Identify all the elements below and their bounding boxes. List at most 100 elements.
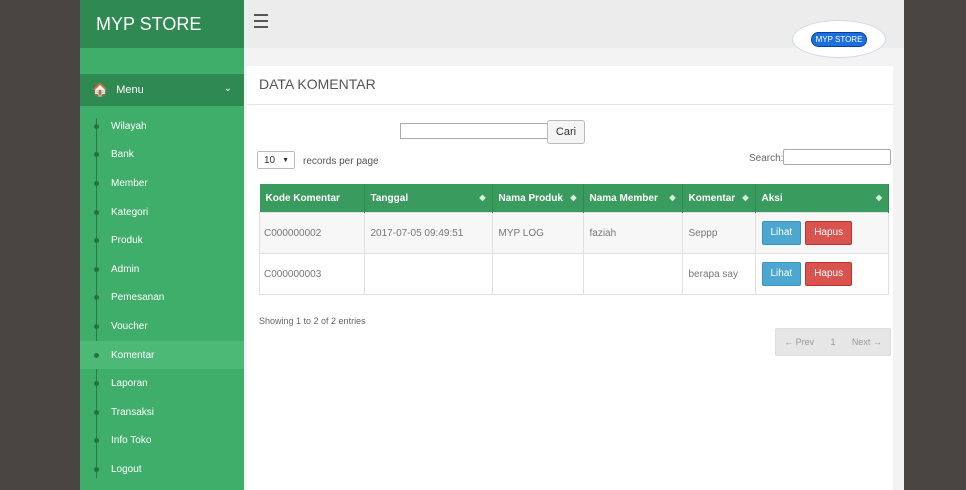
cell-produk xyxy=(491,253,584,295)
sidebar-item-label: Logout xyxy=(111,463,142,475)
cell-tanggal: 2017-07-05 09:49:51 xyxy=(363,212,493,254)
column-header-nama-produk[interactable]: Nama Produk ◆ xyxy=(492,184,584,213)
cell-produk: MYP LOG xyxy=(491,212,584,254)
window-frame-left xyxy=(0,0,80,490)
menu-label: Menu xyxy=(116,84,144,96)
search-input[interactable] xyxy=(783,149,891,165)
sidebar-item-laporan[interactable]: Laporan xyxy=(80,369,244,398)
cell-kode: C000000002 xyxy=(259,212,365,254)
brand-gap xyxy=(80,48,244,74)
column-header-nama-member[interactable]: Nama Member ◆ xyxy=(583,184,683,213)
cell-member: faziah xyxy=(582,212,683,254)
brand-title[interactable]: MYP STORE xyxy=(80,0,244,48)
sidebar-item-member[interactable]: Member xyxy=(80,169,244,198)
sort-icon: ◆ xyxy=(570,193,577,202)
sidebar-item-label: Bank xyxy=(111,149,134,161)
next-page-button[interactable]: Next → xyxy=(852,337,882,347)
cell-kode: C000000003 xyxy=(259,253,365,295)
sidebar-item-label: Komentar xyxy=(111,349,155,361)
logo-text: MYP STORE xyxy=(810,31,868,47)
sidebar: MYP STORE 🏠 Menu ⌄ Wilayah Bank Member K… xyxy=(80,0,244,490)
sidebar-item-label: Member xyxy=(111,177,148,189)
bullet-icon xyxy=(94,466,99,472)
sidebar-item-admin[interactable]: Admin xyxy=(80,255,244,284)
prev-page-button[interactable]: ← Prev xyxy=(784,337,814,347)
search-input-top[interactable] xyxy=(400,123,548,139)
main-content: DATA KOMENTAR Cari 10 ▼ records per page… xyxy=(247,66,893,490)
sidebar-item-label: Transaksi xyxy=(111,406,154,418)
column-header-komentar[interactable]: Komentar ◆ xyxy=(682,184,756,213)
bullet-icon xyxy=(94,438,99,444)
sidebar-item-pemesanan[interactable]: Pemesanan xyxy=(80,284,244,313)
bullet-icon xyxy=(94,209,99,215)
sidebar-item-label: Kategori xyxy=(111,206,149,218)
sidebar-nav: Wilayah Bank Member Kategori Produk Admi… xyxy=(80,112,244,484)
sidebar-item-produk[interactable]: Produk xyxy=(80,226,244,255)
records-per-page-label: records per page xyxy=(303,156,379,167)
sidebar-item-info-toko[interactable]: Info Toko xyxy=(80,427,244,456)
sidebar-item-label: Info Toko xyxy=(111,435,152,447)
table-header-row: Kode Komentar Tanggal ◆ Nama Produk ◆ Nama… xyxy=(259,184,889,213)
page-title: DATA KOMENTAR xyxy=(259,76,376,92)
page-number-button[interactable]: 1 xyxy=(830,337,835,347)
column-header-tanggal[interactable]: Tanggal ◆ xyxy=(364,184,493,213)
comments-table: Kode Komentar Tanggal ◆ Nama Produk ◆ Nama… xyxy=(259,184,889,295)
cell-aksi: Lihat Hapus xyxy=(754,212,889,254)
cell-aksi: Lihat Hapus xyxy=(754,253,889,295)
window-frame-right xyxy=(904,0,966,490)
sort-icon: ◆ xyxy=(742,193,749,202)
bullet-icon xyxy=(94,266,99,272)
sidebar-item-komentar[interactable]: Komentar xyxy=(80,340,244,370)
sidebar-item-label: Admin xyxy=(111,263,140,275)
menu-header[interactable]: 🏠 Menu ⌄ xyxy=(80,74,244,106)
records-per-page-select[interactable]: 10 ▼ xyxy=(257,151,295,169)
sidebar-item-label: Pemesanan xyxy=(111,292,165,304)
store-logo: MYP STORE xyxy=(792,20,886,58)
bullet-icon xyxy=(94,152,99,158)
cell-komentar: Seppp xyxy=(681,212,756,254)
table-info: Showing 1 to 2 of 2 entries xyxy=(259,316,366,326)
sidebar-item-voucher[interactable]: Voucher xyxy=(80,312,244,341)
cell-komentar: berapa say xyxy=(681,253,756,295)
topbar: MYP STORE xyxy=(244,0,904,58)
pagination: ← Prev 1 Next → xyxy=(775,328,891,356)
app: MYP STORE 🏠 Menu ⌄ Wilayah Bank Member K… xyxy=(80,0,904,490)
bullet-icon xyxy=(94,180,99,186)
sidebar-item-transaksi[interactable]: Transaksi xyxy=(80,398,244,427)
cell-tanggal xyxy=(363,253,493,295)
search-button[interactable]: Cari xyxy=(547,120,585,144)
sidebar-item-label: Laporan xyxy=(111,378,148,390)
sidebar-item-label: Voucher xyxy=(111,320,148,332)
delete-button[interactable]: Hapus xyxy=(805,221,853,245)
bullet-icon xyxy=(94,381,99,387)
hamburger-menu-icon[interactable] xyxy=(254,14,268,30)
divider xyxy=(247,104,893,105)
cell-member xyxy=(582,253,683,295)
search-label: Search: xyxy=(749,153,784,164)
sort-icon: ◆ xyxy=(669,193,676,202)
bullet-icon xyxy=(94,295,99,301)
sidebar-item-kategori[interactable]: Kategori xyxy=(80,198,244,227)
bullet-icon xyxy=(94,323,99,329)
bullet-icon xyxy=(94,352,99,358)
column-header-kode[interactable]: Kode Komentar xyxy=(259,184,365,213)
bullet-icon xyxy=(94,409,99,415)
sidebar-item-bank[interactable]: Bank xyxy=(80,141,244,170)
view-button[interactable]: Lihat xyxy=(761,262,802,286)
bullet-icon xyxy=(94,123,99,129)
sidebar-item-logout[interactable]: Logout xyxy=(80,455,244,484)
sidebar-item-label: Produk xyxy=(111,235,143,247)
column-header-aksi[interactable]: Aksi ◆ xyxy=(755,184,889,213)
sort-icon: ◆ xyxy=(875,193,882,202)
caret-down-icon: ▼ xyxy=(282,157,289,164)
sidebar-item-label: Wilayah xyxy=(111,120,147,132)
sidebar-item-wilayah[interactable]: Wilayah xyxy=(80,112,244,141)
view-button[interactable]: Lihat xyxy=(761,221,802,245)
delete-button[interactable]: Hapus xyxy=(805,262,853,286)
table-row: C000000003 berapa say Lihat Hapus xyxy=(259,253,889,295)
chevron-down-icon: ⌄ xyxy=(223,83,232,94)
sort-icon: ◆ xyxy=(479,193,486,202)
table-row: C000000002 2017-07-05 09:49:51 MYP LOG f… xyxy=(259,212,889,254)
home-icon: 🏠 xyxy=(92,82,109,97)
per-page-value: 10 xyxy=(264,155,276,166)
